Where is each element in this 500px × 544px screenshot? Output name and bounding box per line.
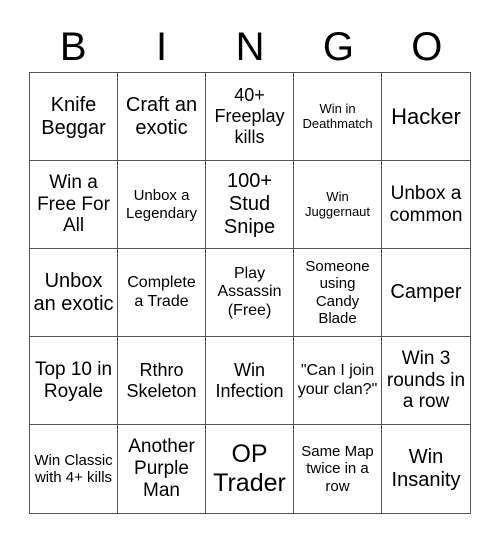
bingo-cell[interactable]: Play Assassin (Free) — [206, 249, 294, 337]
header-letter-n: N — [235, 25, 265, 69]
bingo-cell[interactable]: Win Juggernaut — [294, 161, 382, 249]
header-letter-g: G — [322, 25, 354, 69]
bingo-cell[interactable]: 100+ Stud Snipe — [206, 161, 294, 249]
bingo-cell[interactable]: Another Purple Man — [118, 425, 206, 513]
bingo-cell[interactable]: Complete a Trade — [118, 249, 206, 337]
header-letter-b: B — [59, 25, 87, 69]
bingo-cell[interactable]: Win in Deathmatch — [294, 73, 382, 161]
bingo-cell[interactable]: Hacker — [382, 73, 470, 161]
bingo-cell[interactable]: Win Classic with 4+ kills — [30, 425, 118, 513]
bingo-cell[interactable]: Win 3 rounds in a row — [382, 337, 470, 425]
bingo-cell[interactable]: Same Map twice in a row — [294, 425, 382, 513]
bingo-cell[interactable]: Someone using Candy Blade — [294, 249, 382, 337]
bingo-cell[interactable]: Win Infection — [206, 337, 294, 425]
header-letter-o: O — [411, 25, 443, 69]
bingo-cell[interactable]: Win Insanity — [382, 425, 470, 513]
bingo-cell[interactable]: Camper — [382, 249, 470, 337]
bingo-cell[interactable]: Win a Free For All — [30, 161, 118, 249]
bingo-header: B I N G O — [29, 22, 471, 72]
bingo-cell[interactable]: Top 10 in Royale — [30, 337, 118, 425]
bingo-cell[interactable]: OP Trader — [206, 425, 294, 513]
header-letter-i: I — [156, 25, 168, 69]
bingo-grid: Knife Beggar Craft an exotic 40+ Freepla… — [29, 72, 471, 514]
bingo-cell[interactable]: Unbox an exotic — [30, 249, 118, 337]
bingo-cell[interactable]: Unbox a common — [382, 161, 470, 249]
bingo-cell[interactable]: Craft an exotic — [118, 73, 206, 161]
bingo-cell[interactable]: 40+ Freeplay kills — [206, 73, 294, 161]
bingo-cell[interactable]: Knife Beggar — [30, 73, 118, 161]
bingo-cell[interactable]: "Can I join your clan?" — [294, 337, 382, 425]
bingo-cell[interactable]: Rthro Skeleton — [118, 337, 206, 425]
bingo-cell[interactable]: Unbox a Legendary — [118, 161, 206, 249]
